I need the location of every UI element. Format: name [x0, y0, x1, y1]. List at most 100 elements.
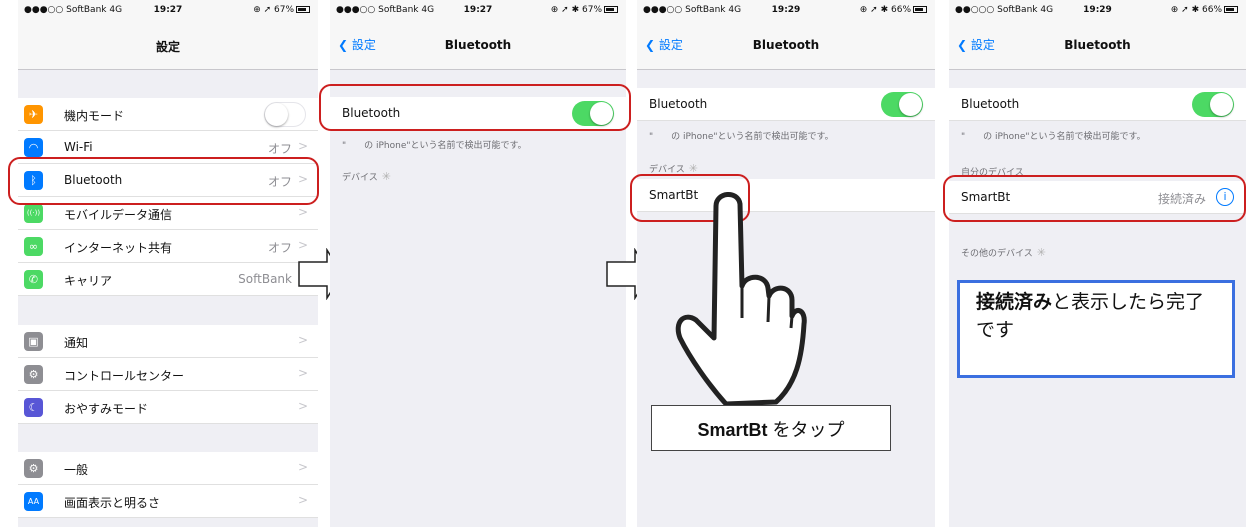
carrier-label: ●●●○○ SoftBank 4G [24, 5, 123, 15]
carrier-label: ●●●○○ SoftBank 4G [336, 5, 435, 15]
toggle-knob [899, 93, 922, 116]
gear-icon: ⚙ [24, 459, 43, 478]
highlight-connected-row [943, 175, 1246, 222]
battery-icon [1224, 6, 1238, 13]
clock: 19:27 [463, 5, 493, 15]
row-label: Bluetooth [961, 97, 1020, 111]
battery-icon [296, 6, 310, 13]
clock: 19:29 [1083, 5, 1112, 15]
status-bar: ●●●○○ SoftBank 4G 19:29 ⊕ ➚ ✱ 66% [637, 0, 935, 20]
clock: 19:29 [771, 5, 801, 15]
settings-row-general[interactable]: ⚙ 一般 > [18, 452, 318, 485]
page-title: 設定 [155, 40, 180, 54]
nav-bar: ❮ 設定 Bluetooth [637, 20, 935, 70]
nav-bar: 設定 [18, 20, 318, 70]
settings-row-hotspot[interactable]: ∞ インターネット共有 オフ > [18, 230, 318, 263]
tap-instruction-callout: SmartBt をタップ [651, 405, 891, 451]
battery-label: ⊕ ➚ ✱ 66% [1170, 5, 1222, 15]
antenna-icon: ((·)) [24, 204, 43, 223]
row-value: オフ [267, 142, 292, 156]
battery-indicator: ⊕ ➚ ✱ 67% [551, 5, 618, 15]
settings-row-control-center[interactable]: ⚙ コントロールセンター > [18, 358, 318, 391]
section-label: その他のデバイス [961, 249, 1033, 259]
row-value: SoftBank [238, 272, 292, 286]
row-label: インターネット共有 [64, 241, 173, 255]
row-label: おやすみモード [64, 402, 149, 416]
page-title: Bluetooth [752, 38, 820, 52]
bluetooth-row[interactable]: Bluetooth [949, 88, 1246, 121]
chevron-right-icon: > [297, 493, 308, 507]
row-label: コントロールセンター [64, 369, 185, 383]
nav-bar: ❮ 設定 Bluetooth [330, 20, 626, 70]
discoverable-note: " の iPhone"という名前で検出可能です。 [649, 132, 834, 142]
carrier-label: ●●●○○ SoftBank 4G [643, 5, 742, 15]
pointing-hand-icon [675, 192, 807, 407]
spinner-icon: ✳ [381, 170, 391, 183]
battery-indicator: ⊕ ➚ ✱ 66% [860, 5, 927, 15]
page-title: Bluetooth [1064, 38, 1131, 52]
control-center-icon: ⚙ [24, 365, 43, 384]
chevron-right-icon: > [297, 399, 308, 413]
toggle-knob [265, 103, 288, 126]
row-label: モバイルデータ通信 [64, 208, 173, 222]
section-label: デバイス [342, 173, 378, 183]
row-label: Bluetooth [649, 97, 708, 111]
row-value: オフ [267, 241, 292, 255]
settings-row-do-not-disturb[interactable]: ☾ おやすみモード > [18, 391, 318, 424]
chevron-right-icon: > [297, 366, 308, 380]
settings-row-carrier[interactable]: ✆ キャリア SoftBank > [18, 263, 318, 296]
bluetooth-toggle[interactable] [1192, 92, 1234, 117]
other-devices-section-header: その他のデバイス ✳ [961, 246, 1046, 259]
settings-row-notifications[interactable]: ▣ 通知 > [18, 325, 318, 358]
page-title: Bluetooth [444, 38, 512, 52]
chevron-right-icon: > [297, 460, 308, 474]
airplane-icon: ✈ [24, 105, 43, 124]
toggle-knob [1210, 93, 1233, 116]
discoverable-note: " の iPhone"という名前で検出可能です。 [961, 132, 1146, 142]
moon-icon: ☾ [24, 398, 43, 417]
display-icon: AA [24, 492, 43, 511]
row-label: 画面表示と明るさ [64, 496, 161, 510]
devices-section-header: デバイス ✳ [342, 170, 391, 183]
battery-label: ⊕ ➚ 67% [253, 5, 294, 15]
callout-text: をタップ [767, 420, 845, 440]
row-label: キャリア [64, 274, 113, 288]
bluetooth-toggle[interactable] [881, 92, 923, 117]
message-status: 接続済み [976, 292, 1053, 313]
settings-row-airplane[interactable]: ✈ 機内モード [18, 98, 318, 131]
bluetooth-screen-searching: ●●●○○ SoftBank 4G 19:27 ⊕ ➚ ✱ 67% ❮ 設定 B… [330, 0, 626, 527]
highlight-bluetooth-toggle [319, 84, 631, 131]
completion-message: 接続済みと表示したら完了です [957, 280, 1235, 378]
battery-icon [913, 6, 927, 13]
wifi-icon: ◠ [24, 138, 43, 157]
airplane-toggle[interactable] [264, 102, 306, 127]
discoverable-note: " の iPhone"という名前で検出可能です。 [342, 141, 527, 151]
battery-indicator: ⊕ ➚ ✱ 66% [1171, 5, 1238, 15]
settings-row-display[interactable]: AA 画面表示と明るさ > [18, 485, 318, 518]
status-bar: ●●●○○ SoftBank 4G 19:27 ⊕ ➚ 67% [18, 0, 318, 20]
row-label: 機内モード [64, 109, 125, 123]
battery-label: ⊕ ➚ ✱ 66% [859, 5, 911, 15]
chevron-right-icon: > [297, 139, 308, 153]
link-icon: ∞ [24, 237, 43, 256]
bluetooth-row[interactable]: Bluetooth [637, 88, 935, 121]
row-label: Wi-Fi [64, 140, 93, 154]
status-bar: ●●○○○ SoftBank 4G 19:29 ⊕ ➚ ✱ 66% [949, 0, 1246, 20]
carrier-label: ●●○○○ SoftBank 4G [955, 5, 1054, 15]
chevron-right-icon: > [297, 205, 308, 219]
status-bar: ●●●○○ SoftBank 4G 19:27 ⊕ ➚ ✱ 67% [330, 0, 626, 20]
row-label: 通知 [64, 336, 89, 350]
bluetooth-screen-connected: ●●○○○ SoftBank 4G 19:29 ⊕ ➚ ✱ 66% ❮ 設定 B… [949, 0, 1246, 527]
phone-icon: ✆ [24, 270, 43, 289]
row-label: 一般 [64, 463, 89, 477]
chevron-right-icon: > [297, 333, 308, 347]
settings-screen: ●●●○○ SoftBank 4G 19:27 ⊕ ➚ 67% 設定 ✈ 機内モ… [18, 0, 318, 527]
spinner-icon: ✳ [1036, 246, 1046, 259]
battery-indicator: ⊕ ➚ 67% [253, 5, 310, 15]
battery-label: ⊕ ➚ ✱ 67% [550, 5, 602, 15]
callout-device-name: SmartBt [697, 420, 768, 440]
highlight-bluetooth-row [8, 157, 319, 205]
clock: 19:27 [153, 5, 183, 15]
nav-bar: ❮ 設定 Bluetooth [949, 20, 1246, 70]
notification-icon: ▣ [24, 332, 43, 351]
